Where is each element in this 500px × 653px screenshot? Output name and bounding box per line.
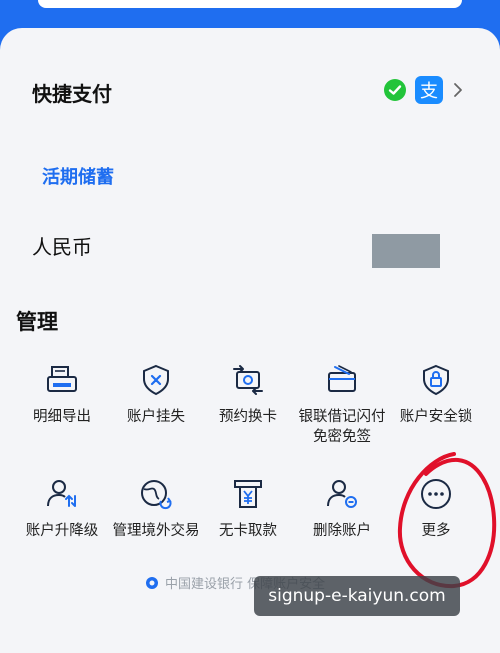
watermark-banner: signup-e-kaiyun.com xyxy=(254,576,460,616)
manage-item-label-line2: 免密免签 xyxy=(313,429,371,445)
manage-item-delete-account[interactable]: 删除账户 xyxy=(292,477,392,541)
user-arrows-icon xyxy=(45,477,79,511)
masked-balance xyxy=(372,234,440,268)
printer-icon xyxy=(45,363,79,397)
card-tap-icon xyxy=(325,363,359,397)
wechat-pay-icon xyxy=(383,78,407,102)
account-type-tab[interactable]: 活期储蓄 xyxy=(42,163,114,189)
quick-pay-row[interactable]: 快捷支付 支 xyxy=(0,28,500,128)
manage-item-overseas-tx[interactable]: 管理境外交易 xyxy=(106,477,206,541)
manage-item-label-line1: 银联借记闪付 xyxy=(298,409,386,425)
manage-item-upgrade-downgrade[interactable]: 账户升降级 xyxy=(12,477,112,541)
account-sheet: 快捷支付 支 活期储蓄 人民币 管理 明细导出 账户挂失 预约换卡 银联借记闪付… xyxy=(0,28,500,653)
globe-refresh-icon xyxy=(139,477,173,511)
alipay-icon: 支 xyxy=(415,76,443,104)
manage-item-label: 管理境外交易 xyxy=(112,523,200,539)
chevron-right-icon xyxy=(450,80,466,100)
currency-label: 人民币 xyxy=(32,235,92,259)
manage-item-label: 更多 xyxy=(421,523,451,539)
quick-pay-title: 快捷支付 xyxy=(32,82,112,106)
manage-item-label: 账户挂失 xyxy=(127,409,185,425)
bank-logo-icon xyxy=(145,576,159,590)
manage-item-unionpay-quickpay[interactable]: 银联借记闪付 免密免签 xyxy=(292,363,392,447)
shield-lock-icon xyxy=(419,363,453,397)
manage-item-report-loss[interactable]: 账户挂失 xyxy=(106,363,206,427)
more-dots-icon xyxy=(419,477,453,511)
manage-item-detail-export[interactable]: 明细导出 xyxy=(12,363,112,427)
manage-item-more[interactable]: 更多 xyxy=(386,477,486,541)
top-bar-edge xyxy=(38,0,462,8)
card-swap-icon xyxy=(231,363,265,397)
manage-item-label: 预约换卡 xyxy=(219,409,277,425)
manage-item-label: 删除账户 xyxy=(313,523,371,539)
manage-item-label: 无卡取款 xyxy=(219,523,277,539)
manage-section-title: 管理 xyxy=(16,310,58,334)
pay-icons: 支 xyxy=(383,76,443,104)
manage-item-label: 银联借记闪付 免密免签 xyxy=(292,407,392,447)
manage-item-security-lock[interactable]: 账户安全锁 xyxy=(386,363,486,427)
manage-item-card-replace[interactable]: 预约换卡 xyxy=(198,363,298,427)
shield-x-icon xyxy=(139,363,173,397)
atm-yuan-icon xyxy=(231,477,265,511)
manage-item-label: 账户升降级 xyxy=(25,523,99,539)
manage-item-label: 账户安全锁 xyxy=(399,409,473,425)
manage-item-cardless-withdraw[interactable]: 无卡取款 xyxy=(198,477,298,541)
svg-text:支: 支 xyxy=(420,81,438,102)
user-minus-icon xyxy=(325,477,359,511)
manage-item-label: 明细导出 xyxy=(33,409,91,425)
